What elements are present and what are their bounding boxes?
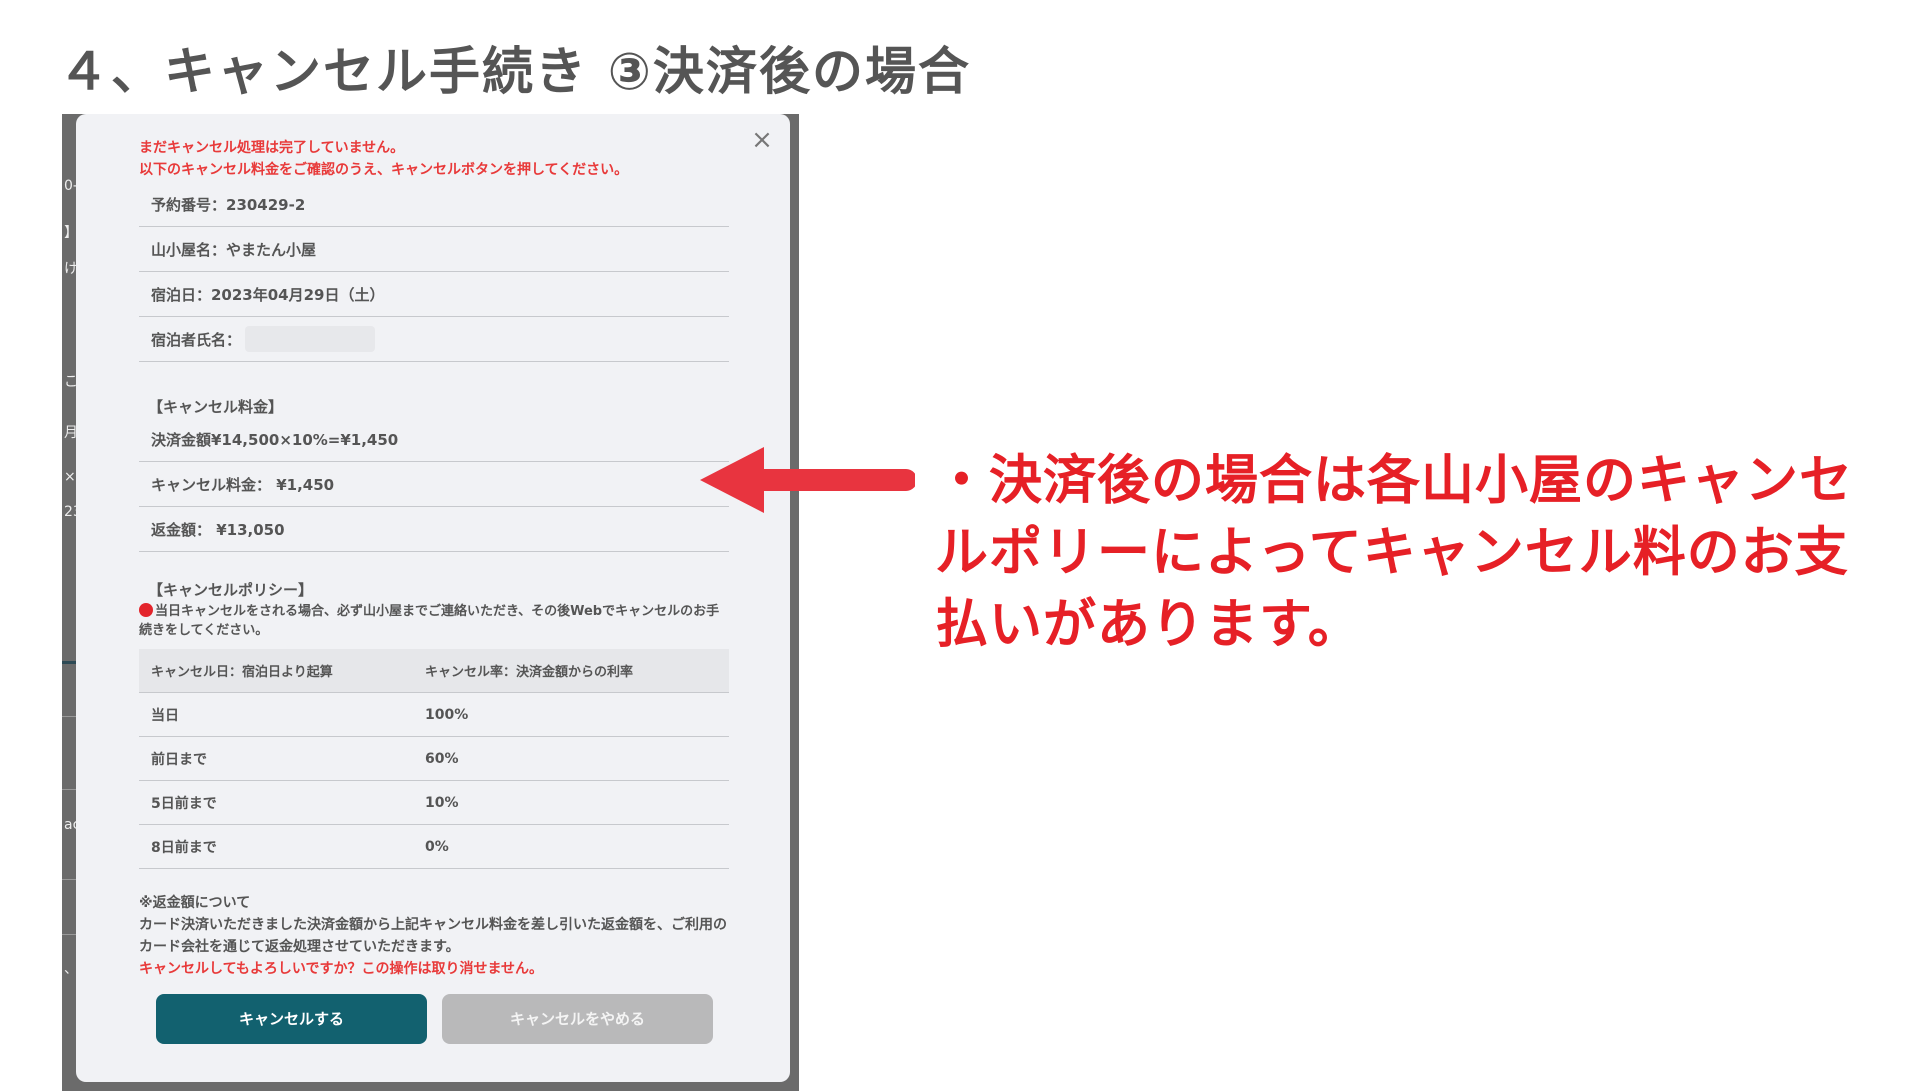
guest-name-label: 宿泊者氏名：: [151, 330, 242, 349]
cancel-day: 5日前まで: [139, 780, 413, 825]
cancel-rate: 100%: [413, 692, 729, 737]
cancel-confirmation-modal: × まだキャンセル処理は完了していません。 以下のキャンセル料金をご確認のうえ、…: [76, 114, 790, 1082]
cancel-fee: キャンセル料金： ¥1,450: [151, 475, 335, 494]
cancel-rate: 0%: [413, 824, 729, 869]
close-icon[interactable]: ×: [750, 127, 774, 153]
confirm-cancel-button[interactable]: キャンセルする: [156, 994, 427, 1044]
column-header: キャンセル率：決済金額からの利率: [413, 649, 729, 693]
refund-row: 返金額： ¥13,050: [139, 507, 729, 552]
notice-line: 以下のキャンセル料金をご確認のうえ、キャンセルボタンを押してください。: [139, 162, 629, 178]
table-row: 前日まで 60%: [139, 736, 729, 781]
table-row: 5日前まで 10%: [139, 780, 729, 825]
notice-line: まだキャンセル処理は完了していません。: [139, 140, 405, 156]
cancel-rate: 10%: [413, 780, 729, 825]
guest-name-row: 宿泊者氏名：: [139, 317, 729, 362]
table-row: 8日前まで 0%: [139, 824, 729, 869]
cancel-fee-details: 決済金額¥14,500×10%=¥1,450 キャンセル料金： ¥1,450 返…: [139, 417, 729, 552]
redacted-guest-name: [245, 326, 376, 352]
table-header-row: キャンセル日：宿泊日より起算 キャンセル率：決済金額からの利率: [139, 649, 729, 693]
reservation-number: 予約番号：230429-2: [151, 195, 306, 214]
left-arrow-icon: [700, 447, 915, 513]
red-circle-icon: [139, 603, 153, 617]
settlement-row: 決済金額¥14,500×10%=¥1,450: [139, 417, 729, 462]
refund-note-title: ※返金額について: [139, 895, 251, 911]
refund-note-body: カード決済いただきました決済金額から上記キャンセル料金を差し引いた返金額を、ご利…: [139, 917, 727, 955]
background-divider: [62, 934, 76, 935]
cancel-rate: 60%: [413, 736, 729, 781]
background-divider: [62, 789, 76, 790]
settlement-amount: 決済金額¥14,500×10%=¥1,450: [151, 430, 399, 449]
policy-note: 当日キャンセルをされる場合、必ず山小屋までご連絡いただき、その後Webでキャンセ…: [139, 602, 729, 640]
hut-name-row: 山小屋名：やまたん小屋: [139, 227, 729, 272]
abort-cancel-button[interactable]: キャンセルをやめる: [442, 994, 713, 1044]
screenshot-frame: 0- 】 けま こ~ 月 ×1 23 ac 、た × まだキャンセル処理は完了し…: [62, 114, 799, 1091]
cancel-day: 当日: [139, 692, 413, 737]
callout-text: ・決済後の場合は各山小屋のキャンセルポリーによってキャンセル料のお支払いがありま…: [935, 450, 1853, 655]
stay-date-row: 宿泊日：2023年04月29日（土）: [139, 272, 729, 317]
hut-name: 山小屋名：やまたん小屋: [151, 240, 317, 259]
refund-amount: 返金額： ¥13,050: [151, 520, 285, 539]
background-divider: [62, 716, 76, 717]
refund-note: ※返金額について カード決済いただきました決済金額から上記キャンセル料金を差し引…: [139, 892, 739, 980]
fee-section-title: 【キャンセル料金】: [148, 398, 284, 416]
reservation-number-row: 予約番号：230429-2: [139, 182, 729, 227]
reservation-details: 予約番号：230429-2 山小屋名：やまたん小屋 宿泊日：2023年04月29…: [139, 182, 729, 362]
cancel-day: 8日前まで: [139, 824, 413, 869]
policy-note-text: 当日キャンセルをされる場合、必ず山小屋までご連絡いただき、その後Webでキャンセ…: [139, 604, 720, 638]
stay-date: 宿泊日：2023年04月29日（土）: [151, 285, 385, 304]
policy-section-title: 【キャンセルポリシー】: [148, 581, 314, 599]
background-divider: [62, 879, 76, 880]
column-header: キャンセル日：宿泊日より起算: [139, 649, 413, 693]
cancel-fee-row: キャンセル料金： ¥1,450: [139, 462, 729, 507]
table-row: 当日 100%: [139, 692, 729, 737]
slide-title: ４、キャンセル手続き ③決済後の場合: [58, 43, 971, 102]
cancel-day: 前日まで: [139, 736, 413, 781]
incomplete-notice: まだキャンセル処理は完了していません。 以下のキャンセル料金をご確認のうえ、キャ…: [139, 137, 628, 181]
cancel-policy-table: キャンセル日：宿泊日より起算 キャンセル率：決済金額からの利率 当日 100% 前…: [139, 649, 729, 869]
background-divider: [62, 661, 76, 664]
confirm-warning: キャンセルしてもよろしいですか？この操作は取り消せません。: [139, 961, 544, 977]
